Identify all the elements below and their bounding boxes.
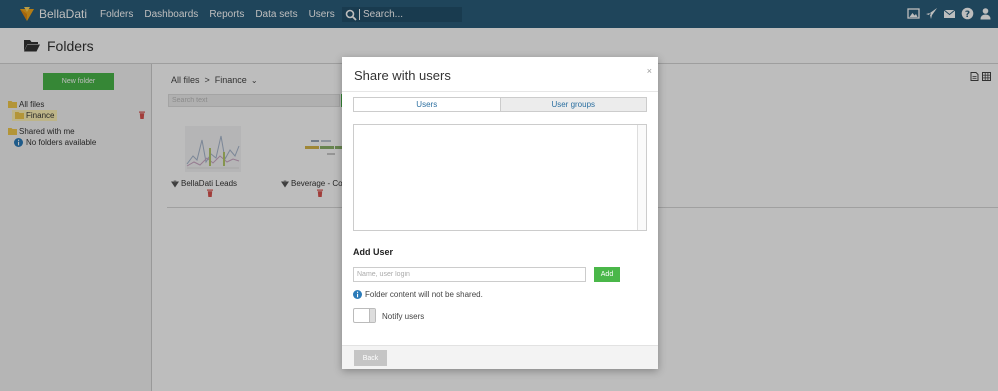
share-tabs: Users User groups (353, 97, 647, 112)
tab-users[interactable]: Users (354, 98, 501, 111)
add-user-heading: Add User (353, 247, 394, 257)
dialog-divider (342, 91, 658, 92)
toggle-knob (369, 309, 375, 322)
list-scrollbar[interactable] (637, 125, 646, 230)
shared-users-list[interactable] (353, 124, 647, 231)
dialog-title: Share with users (354, 68, 451, 83)
back-button[interactable]: Back (354, 350, 387, 366)
notify-users-toggle[interactable] (353, 308, 376, 323)
dialog-footer: Back (342, 345, 658, 369)
close-icon[interactable]: × (647, 66, 652, 76)
share-note-text: Folder content will not be shared. (365, 290, 483, 299)
notify-users-label: Notify users (382, 312, 425, 321)
user-login-input[interactable] (353, 267, 586, 282)
info-icon (353, 290, 362, 299)
tab-user-groups[interactable]: User groups (500, 98, 646, 111)
share-note: Folder content will not be shared. (353, 290, 483, 299)
add-user-button[interactable]: Add (594, 267, 620, 282)
share-with-users-dialog: Share with users × Users User groups Add… (342, 57, 658, 369)
